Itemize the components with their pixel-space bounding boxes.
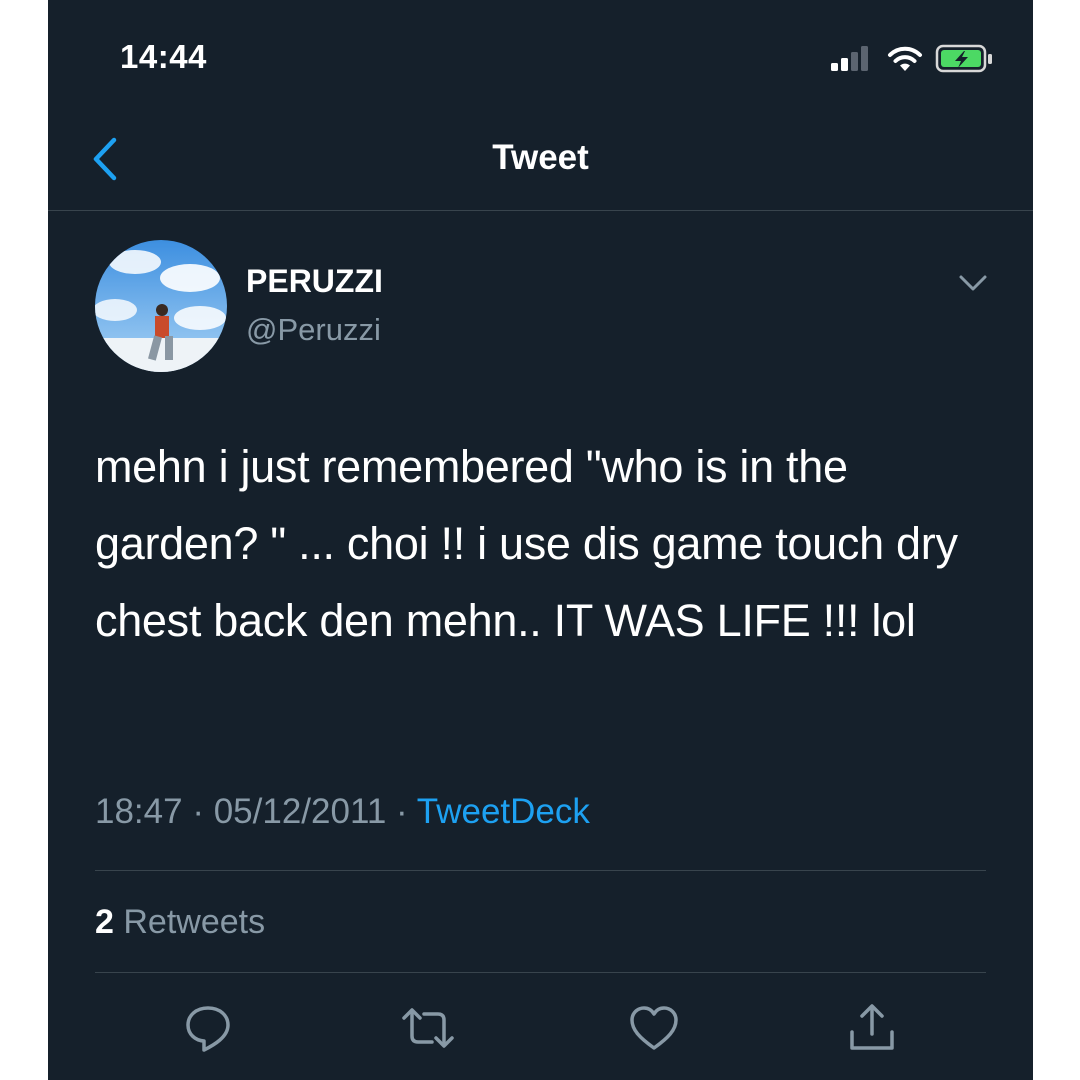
battery-charging-icon [935, 44, 992, 73]
avatar-image [95, 240, 227, 372]
status-icons [831, 44, 995, 74]
tweet-date: 05/12/2011 [213, 792, 387, 831]
navigation-bar: Tweet [48, 110, 1033, 211]
retweet-count: 2 [95, 903, 114, 941]
action-bar [48, 1000, 1033, 1060]
like-button[interactable] [626, 1000, 682, 1056]
tweet-source-link[interactable]: TweetDeck [417, 792, 590, 831]
tweet-detail-screen: 14:44 Tweet PERUZZI @Peruzzi mehn i just… [48, 0, 1033, 1080]
cellular-signal-icon [831, 46, 868, 71]
meta-separator: · [396, 792, 408, 831]
author-handle[interactable]: @Peruzzi [246, 312, 381, 348]
meta-separator: · [192, 792, 204, 831]
tweet-menu-button[interactable] [955, 268, 991, 298]
chevron-down-icon [959, 275, 987, 291]
reply-button[interactable] [180, 1000, 236, 1056]
share-icon [850, 1004, 894, 1050]
tweet-time: 18:47 [95, 792, 183, 831]
retweets-stat[interactable]: 2 Retweets [95, 903, 265, 942]
avatar[interactable] [95, 240, 227, 372]
retweet-button[interactable] [400, 1000, 456, 1056]
share-button[interactable] [844, 1000, 900, 1056]
tweet-text: mehn i just remembered "who is in the ga… [95, 441, 958, 646]
author-display-name[interactable]: PERUZZI [246, 263, 383, 300]
page-title: Tweet [492, 138, 589, 177]
divider [95, 972, 986, 973]
tweet-meta: 18:47 · 05/12/2011 · TweetDeck [95, 792, 590, 832]
reply-icon [186, 1006, 230, 1052]
retweet-label: Retweets [123, 903, 266, 941]
status-time: 14:44 [120, 38, 207, 75]
wifi-icon [888, 46, 922, 71]
retweet-icon [402, 1008, 454, 1048]
heart-icon [630, 1006, 678, 1050]
divider [95, 870, 986, 871]
